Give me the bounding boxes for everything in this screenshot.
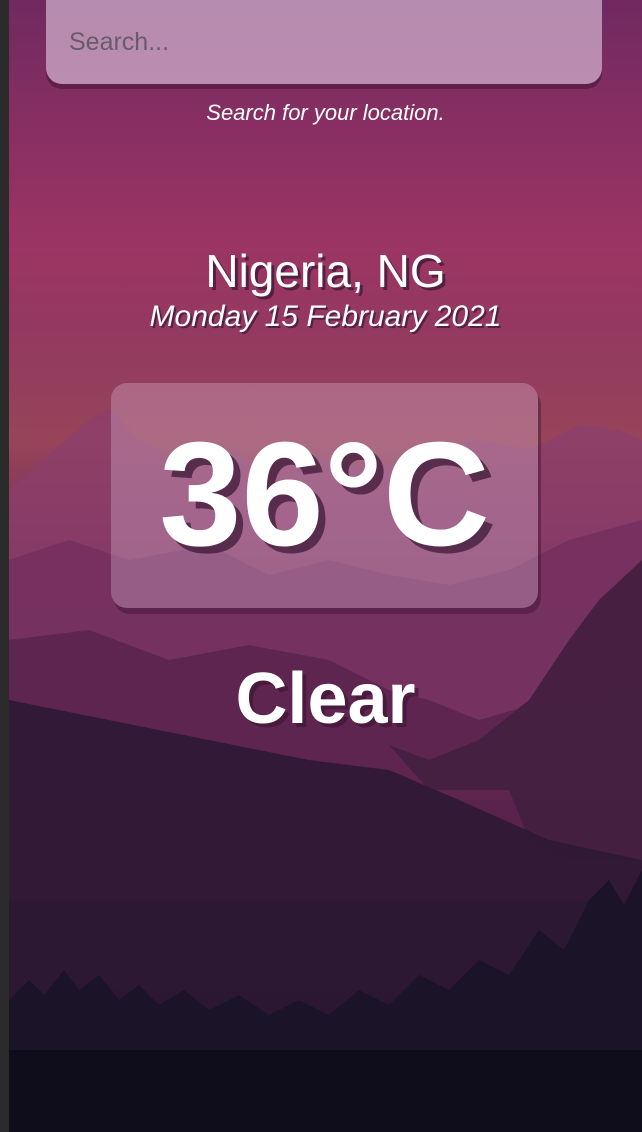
search-hint: Search for your location. — [206, 100, 445, 125]
search-box — [46, 0, 602, 84]
current-date: Monday 15 February 2021 — [149, 300, 502, 333]
temperature-value: 36°C — [159, 412, 490, 577]
weather-app: Search for your location. Nigeria, NG Mo… — [9, 0, 642, 1132]
temperature-card: 36°C — [111, 383, 538, 608]
ground-shadow — [9, 1050, 642, 1132]
search-input[interactable] — [46, 0, 602, 84]
weather-condition: Clear — [235, 659, 416, 739]
location-name: Nigeria, NG — [205, 245, 446, 297]
